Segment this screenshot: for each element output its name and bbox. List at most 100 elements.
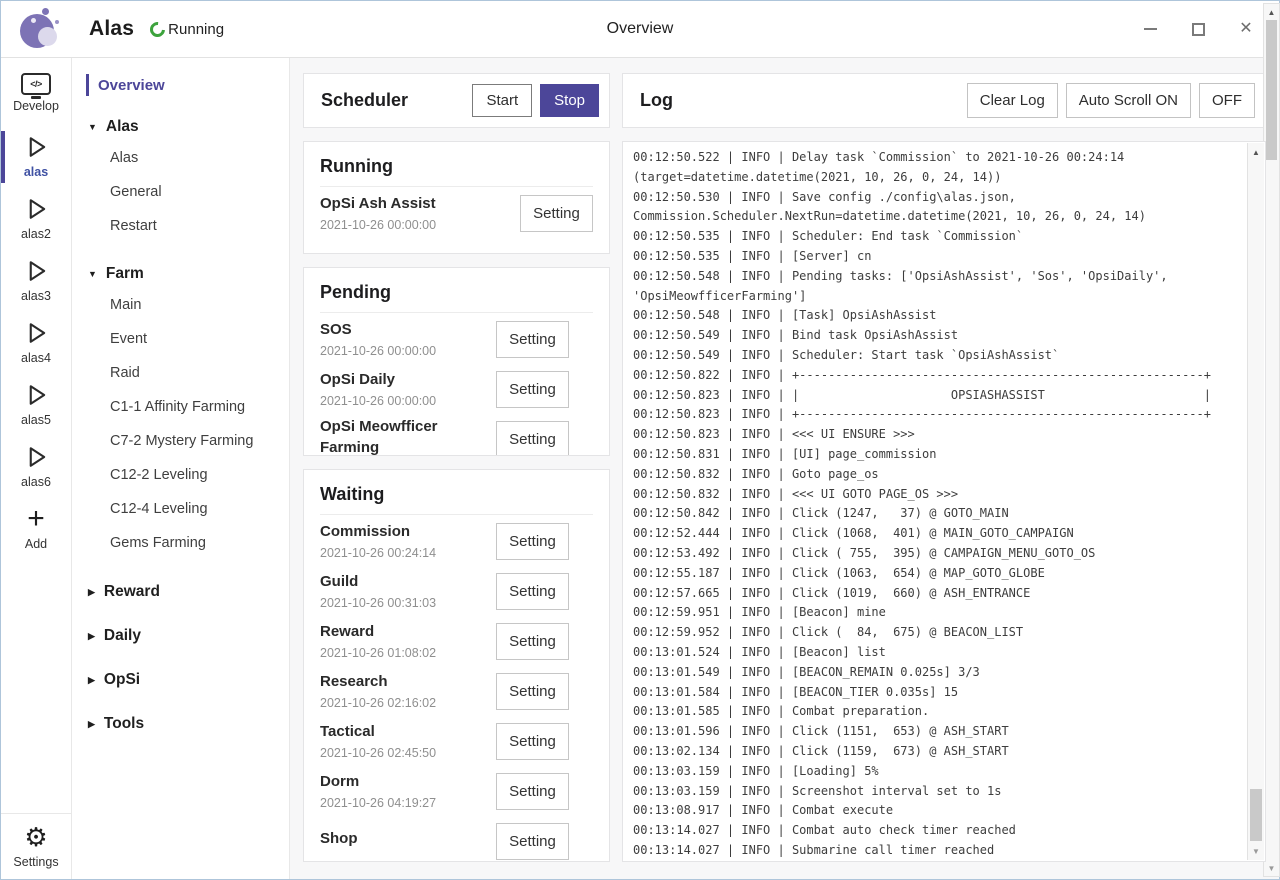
setting-button[interactable]: Setting <box>496 773 569 810</box>
log-column: Log Clear Log Auto Scroll ON OFF 00:12:5… <box>622 73 1266 862</box>
rail-item-instance[interactable]: alas3 <box>1 250 71 312</box>
rail-item-instance[interactable]: alas6 <box>1 436 71 498</box>
log-line: 00:13:14.027 | INFO | Combat auto check … <box>633 821 1237 841</box>
setting-button[interactable]: Setting <box>520 195 593 232</box>
rail-item-instance[interactable]: alas <box>1 126 71 188</box>
play-icon <box>22 195 50 223</box>
close-button[interactable]: ✕ <box>1235 18 1257 40</box>
rail-instances: alas alas2 alas3 alas4 <box>1 126 71 498</box>
rail-item-develop[interactable]: </> Develop <box>1 66 71 126</box>
play-icon <box>22 257 50 285</box>
rail-item-settings[interactable]: ⚙ Settings <box>1 813 71 879</box>
code-glyph: </> <box>30 79 42 89</box>
task-row: Research 2021-10-26 02:16:02 Setting <box>320 666 569 716</box>
nav-item[interactable]: Main <box>72 288 289 322</box>
rail-item-instance[interactable]: alas4 <box>1 312 71 374</box>
clear-log-button[interactable]: Clear Log <box>967 83 1058 118</box>
task-name: OpSi Daily <box>320 370 496 390</box>
setting-button[interactable]: Setting <box>496 321 569 358</box>
nav-item[interactable]: C1-1 Affinity Farming <box>72 390 289 424</box>
auto-scroll-on-button[interactable]: Auto Scroll ON <box>1066 83 1191 118</box>
nav-section-label: Farm <box>106 265 144 283</box>
log-line: Commission.Scheduler.NextRun=datetime.da… <box>633 207 1237 227</box>
nav-item[interactable]: C7-2 Mystery Farming <box>72 424 289 458</box>
nav-item[interactable]: Raid <box>72 356 289 390</box>
running-spinner-icon <box>147 18 168 39</box>
nav-section-header-alas[interactable]: ▼ Alas <box>72 113 289 141</box>
nav-section-header-collapsed[interactable]: ▶ Reward <box>72 570 289 614</box>
nav-item-overview[interactable]: Overview <box>86 74 289 96</box>
logo-dot <box>55 20 59 24</box>
rail-item-instance[interactable]: alas2 <box>1 188 71 250</box>
log-line: 00:12:57.665 | INFO | Click (1019, 660) … <box>633 584 1237 604</box>
nav-collapsed-sections: ▶ Reward ▶ Daily ▶ OpSi ▶ <box>72 570 289 746</box>
rail-item-add[interactable]: + Add <box>1 498 71 560</box>
caret-right-icon: ▶ <box>88 631 95 642</box>
task-next-run-time: 2021-10-26 00:00:00 <box>320 344 496 358</box>
setting-button[interactable]: Setting <box>496 371 569 408</box>
rail-item-label: alas4 <box>21 351 51 365</box>
setting-button[interactable]: Setting <box>496 523 569 560</box>
rail-item-label: alas <box>24 165 48 179</box>
play-icon <box>22 319 50 347</box>
nav-item[interactable]: General <box>72 175 289 209</box>
nav-section-header-collapsed[interactable]: ▶ Tools <box>72 702 289 746</box>
window-controls: ✕ <box>1139 18 1263 40</box>
rail-item-instance[interactable]: alas5 <box>1 374 71 436</box>
log-line: 00:12:55.187 | INFO | Click (1063, 654) … <box>633 564 1237 584</box>
task-row: Commission 2021-10-26 00:24:14 Setting <box>320 516 569 566</box>
scrollbar-thumb[interactable] <box>1250 789 1262 841</box>
nav-section-header-farm[interactable]: ▼ Farm <box>72 260 289 288</box>
task-row: OpSi Daily 2021-10-26 00:00:00 Setting <box>320 364 569 414</box>
log-title: Log <box>640 90 959 111</box>
nav-section-header-collapsed[interactable]: ▶ OpSi <box>72 658 289 702</box>
gear-icon: ⚙ <box>24 823 47 851</box>
log-line: 00:12:50.548 | INFO | Pending tasks: ['O… <box>633 267 1237 287</box>
setting-button[interactable]: Setting <box>496 823 569 860</box>
caret-down-icon: ▼ <box>88 122 97 132</box>
setting-button[interactable]: Setting <box>496 723 569 760</box>
log-line: 00:12:59.952 | INFO | Click ( 84, 675) @… <box>633 623 1237 643</box>
log-scrollbar[interactable]: ▲ ▼ <box>1247 143 1264 860</box>
minimize-button[interactable] <box>1139 18 1161 40</box>
rail-item-label: Add <box>25 537 47 551</box>
scheduler-column: Scheduler Start Stop Running <box>303 73 610 862</box>
task-info: SOS 2021-10-26 00:00:00 <box>320 320 496 357</box>
stop-button[interactable]: Stop <box>540 84 599 117</box>
nav-section-items: Main Event Raid C1-1 Affinity Farming C7… <box>72 288 289 560</box>
rail-item-label: Develop <box>13 99 59 113</box>
instance-rail: </> Develop alas alas2 <box>1 58 72 879</box>
nav-section-header-collapsed[interactable]: ▶ Daily <box>72 614 289 658</box>
setting-button[interactable]: Setting <box>496 673 569 710</box>
log-line: 00:12:50.823 | INFO | +-----------------… <box>633 405 1237 425</box>
divider <box>320 186 593 187</box>
auto-scroll-off-button[interactable]: OFF <box>1199 83 1255 118</box>
nav-item[interactable]: Restart <box>72 209 289 243</box>
task-next-run-time: 2021-10-26 04:19:27 <box>320 796 496 810</box>
scroll-up-icon[interactable]: ▲ <box>1248 145 1264 159</box>
nav-item[interactable]: Alas <box>72 141 289 175</box>
log-header-panel: Log Clear Log Auto Scroll ON OFF <box>622 73 1266 128</box>
log-output[interactable]: 00:12:50.522 | INFO | Delay task `Commis… <box>633 148 1237 861</box>
task-row: Guild 2021-10-26 00:31:03 Setting <box>320 566 569 616</box>
setting-button[interactable]: Setting <box>496 421 569 456</box>
task-next-run-time: 2021-10-26 00:00:00 <box>320 394 496 408</box>
rail-item-label: alas6 <box>21 475 51 489</box>
waiting-header: Waiting <box>320 478 593 515</box>
task-name: Shop <box>320 829 496 849</box>
scroll-down-icon[interactable]: ▼ <box>1248 844 1264 858</box>
log-line: 00:12:50.832 | INFO | <<< UI GOTO PAGE_O… <box>633 485 1237 505</box>
setting-button[interactable]: Setting <box>496 623 569 660</box>
develop-icon: </> <box>21 73 51 95</box>
setting-button[interactable]: Setting <box>496 573 569 610</box>
nav-item[interactable]: Event <box>72 322 289 356</box>
maximize-button[interactable] <box>1187 18 1209 40</box>
nav-item[interactable]: Gems Farming <box>72 526 289 560</box>
nav-item[interactable]: C12-4 Leveling <box>72 492 289 526</box>
rail-item-label: Settings <box>13 855 58 869</box>
rail-item-label: alas5 <box>21 413 51 427</box>
log-line: 00:12:50.842 | INFO | Click (1247, 37) @… <box>633 504 1237 524</box>
pending-task-list: SOS 2021-10-26 00:00:00 Setting OpSi Dai… <box>320 314 593 455</box>
nav-item[interactable]: C12-2 Leveling <box>72 458 289 492</box>
start-button[interactable]: Start <box>472 84 532 117</box>
